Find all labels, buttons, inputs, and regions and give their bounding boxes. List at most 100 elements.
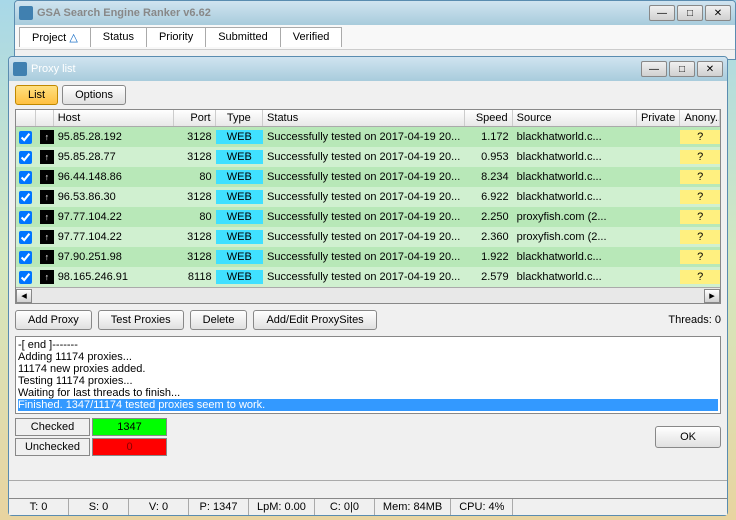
cell-private [637,236,680,238]
col-status[interactable]: Status [263,110,465,126]
cell-type: WEB [216,150,263,164]
cell-private [637,216,680,218]
tab-verified[interactable]: Verified [281,27,343,47]
proxy-maximize-button[interactable]: □ [669,61,695,77]
row-checkbox[interactable] [16,250,36,265]
row-checkbox[interactable] [16,230,36,245]
row-checkbox[interactable] [16,150,36,165]
cell-source: blackhatworld.c... [513,170,637,184]
col-private[interactable]: Private [637,110,681,126]
add-edit-proxysites-button[interactable]: Add/Edit ProxySites [253,310,376,330]
delete-button[interactable]: Delete [190,310,248,330]
grid-header: Host Port Type Status Speed Source Priva… [16,110,720,127]
maximize-button[interactable]: □ [677,5,703,21]
cell-source: blackhatworld.c... [513,130,637,144]
log-line: -[ end ]------- [18,339,718,351]
main-window: GSA Search Engine Ranker v6.62 — □ ✕ Pro… [14,0,736,60]
col-anon[interactable]: Anony... [680,110,720,126]
options-button[interactable]: Options [62,85,126,105]
cell-port: 3128 [174,150,216,164]
cell-source: blackhatworld.c... [513,150,637,164]
toolbar: List Options [9,81,727,109]
tab-status[interactable]: Status [91,27,147,47]
table-row[interactable]: ↑96.44.148.8680WEBSuccessfully tested on… [16,167,720,187]
cell-host: 97.77.104.22 [54,210,174,224]
footer-mem: Mem: 84MB [375,499,451,515]
cell-host: 96.53.86.30 [54,190,174,204]
footer-c: C: 0|0 [315,499,375,515]
test-proxies-button[interactable]: Test Proxies [98,310,184,330]
cell-source: blackhatworld.c... [513,250,637,264]
cell-anon: ? [680,210,720,224]
proxy-grid: Host Port Type Status Speed Source Priva… [15,109,721,304]
footer-p: P: 1347 [189,499,249,515]
proxy-minimize-button[interactable]: — [641,61,667,77]
cell-anon: ? [680,130,720,144]
cell-anon: ? [680,270,720,284]
log-line: Finished. 1347/11174 tested proxies seem… [18,399,718,411]
minimize-button[interactable]: — [649,5,675,21]
add-proxy-button[interactable]: Add Proxy [15,310,92,330]
tab-submitted[interactable]: Submitted [206,27,281,47]
up-arrow-icon: ↑ [36,209,54,225]
tab-project[interactable]: Project △ [19,27,91,47]
cell-private [637,156,680,158]
row-checkbox[interactable] [16,190,36,205]
up-arrow-icon: ↑ [36,269,54,285]
table-row[interactable]: ↑95.85.28.1923128WEBSuccessfully tested … [16,127,720,147]
up-arrow-icon: ↑ [36,149,54,165]
cell-private [637,196,680,198]
cell-type: WEB [216,250,263,264]
table-row[interactable]: ↑97.77.104.223128WEBSuccessfully tested … [16,227,720,247]
cell-anon: ? [680,190,720,204]
row-checkbox[interactable] [16,270,36,285]
action-row: Add Proxy Test Proxies Delete Add/Edit P… [9,304,727,336]
cell-speed: 2.250 [465,210,512,224]
proxy-close-button[interactable]: ✕ [697,61,723,77]
cell-source: proxyfish.com (2... [513,230,637,244]
footer-bar: T: 0 S: 0 V: 0 P: 1347 LpM: 0.00 C: 0|0 … [9,480,727,515]
table-row[interactable]: ↑97.90.251.983128WEBSuccessfully tested … [16,247,720,267]
cell-status: Successfully tested on 2017-04-19 20... [263,210,465,224]
cell-host: 97.77.104.22 [54,230,174,244]
list-button[interactable]: List [15,85,58,105]
table-row[interactable]: ↑98.165.246.918118WEBSuccessfully tested… [16,267,720,287]
scroll-left-button[interactable]: ◂ [16,289,32,303]
grid-body[interactable]: ↑95.85.28.1923128WEBSuccessfully tested … [16,127,720,287]
log-area[interactable]: -[ end ]-------Adding 11174 proxies...11… [15,336,721,414]
col-source[interactable]: Source [513,110,637,126]
cell-anon: ? [680,170,720,184]
tab-priority[interactable]: Priority [147,27,206,47]
up-arrow-icon: ↑ [36,189,54,205]
row-checkbox[interactable] [16,210,36,225]
threads-label: Threads: 0 [668,314,721,326]
cell-speed: 1.172 [465,130,512,144]
checked-label: Checked [15,418,90,436]
cell-status: Successfully tested on 2017-04-19 20... [263,270,465,284]
table-row[interactable]: ↑97.77.104.2280WEBSuccessfully tested on… [16,207,720,227]
log-line: Testing 11174 proxies... [18,375,718,387]
col-port[interactable]: Port [174,110,216,126]
table-row[interactable]: ↑95.85.28.773128WEBSuccessfully tested o… [16,147,720,167]
col-check[interactable] [16,110,36,126]
footer-t: T: 0 [9,499,69,515]
unchecked-value: 0 [92,438,167,456]
footer-v: V: 0 [129,499,189,515]
up-arrow-icon: ↑ [36,129,54,145]
horizontal-scrollbar[interactable]: ◂ ▸ [16,287,720,303]
cell-speed: 0.953 [465,150,512,164]
col-type[interactable]: Type [216,110,263,126]
cell-status: Successfully tested on 2017-04-19 20... [263,250,465,264]
cell-type: WEB [216,230,263,244]
col-speed[interactable]: Speed [465,110,512,126]
row-checkbox[interactable] [16,170,36,185]
close-button[interactable]: ✕ [705,5,731,21]
col-host[interactable]: Host [54,110,174,126]
ok-button[interactable]: OK [655,426,721,448]
row-checkbox[interactable] [16,130,36,145]
cell-private [637,136,680,138]
scroll-right-button[interactable]: ▸ [704,289,720,303]
col-arrow[interactable] [36,110,54,126]
table-row[interactable]: ↑96.53.86.303128WEBSuccessfully tested o… [16,187,720,207]
up-arrow-icon: ↑ [36,249,54,265]
